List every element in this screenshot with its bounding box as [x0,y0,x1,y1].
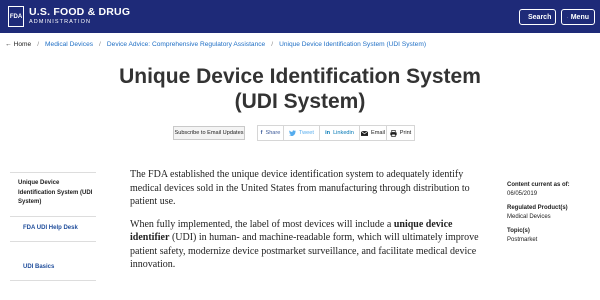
udi-paragraph-text-start: When fully implemented, the label of mos… [130,218,394,230]
regulated-products-label: Regulated Product(s) [507,205,568,211]
facebook-icon: f [260,130,263,136]
main-content: The FDA established the unique device id… [130,168,485,281]
logo-line1: U.S. FOOD & DRUG [29,6,131,18]
arrow-left-icon: ← [5,41,12,48]
share-facebook-label: Share [265,130,281,136]
topics-value: Postmarket [507,236,538,243]
share-facebook-button[interactable]: f Share [258,126,284,140]
content-current-label: Content current as of: [507,182,570,188]
breadcrumb-item[interactable]: Medical Devices [45,41,93,48]
share-email-label: Email [371,130,385,136]
envelope-icon [361,130,368,136]
fda-logo-mark: FDA [8,6,24,27]
topics-label: Topic(s) [507,228,530,234]
printer-icon [390,129,397,137]
udi-paragraph: When fully implemented, the label of mos… [130,218,485,272]
breadcrumb-separator: / [99,41,101,48]
fda-logo-text: U.S. FOOD & DRUG ADMINISTRATION [29,7,130,26]
page-metadata: Content current as of: 06/05/2019 Regula… [507,181,595,250]
print-button[interactable]: Print [387,126,414,140]
search-label: Search [528,13,552,21]
intro-paragraph: The FDA established the unique device id… [130,169,470,207]
search-button[interactable]: Search [519,9,556,25]
print-label: Print [399,130,412,136]
page-title: Unique Device Identification System (UDI… [119,65,481,113]
breadcrumb-home-label: Home [13,41,32,48]
menu-button[interactable]: Menu [561,9,595,25]
fda-logo[interactable]: FDA U.S. FOOD & DRUG ADMINISTRATION [8,6,130,27]
twitter-icon [289,130,297,136]
site-header: FDA U.S. FOOD & DRUG ADMINISTRATION Sear… [0,0,600,33]
share-email-button[interactable]: Email [360,126,387,140]
logo-line2: ADMINISTRATION [29,19,92,25]
breadcrumb-separator: / [271,41,274,48]
share-twitter-label: Tweet [299,130,314,136]
sidebar-nav: Unique Device Identification System (UDI… [10,172,96,281]
sidebar-item-current[interactable]: Unique Device Identification System (UDI… [10,172,96,217]
breadcrumb-item[interactable]: Device Advice: Comprehensive Regulatory … [107,41,265,48]
hamburger-icon [567,16,568,18]
linkedin-icon: in [325,130,331,136]
regulated-products-value: Medical Devices [507,213,551,220]
content-current-value: 06/05/2019 [507,190,538,197]
subscribe-email-button[interactable]: Subscribe to Email Updates [173,126,245,140]
sidebar-item-udi-help-desk[interactable]: FDA UDI Help Desk [10,217,96,242]
breadcrumb-home[interactable]: ← Home [5,41,31,48]
share-linkedin-label: Linkedin [333,130,354,136]
breadcrumb-separator: / [37,41,40,48]
share-linkedin-button[interactable]: in Linkedin [320,126,360,140]
breadcrumb-item[interactable]: Unique Device Identification System (UDI… [279,41,426,48]
menu-label: Menu [570,13,589,21]
share-bar: f Share Tweet in Linkedin Email Print [257,125,415,141]
share-twitter-button[interactable]: Tweet [284,126,320,140]
breadcrumb: ← Home / Medical Devices / Device Advice… [5,41,426,48]
udi-paragraph-text-end: (UDI) in human- and machine-readable for… [130,232,479,270]
sidebar-item-udi-basics[interactable]: UDI Basics [10,242,96,281]
